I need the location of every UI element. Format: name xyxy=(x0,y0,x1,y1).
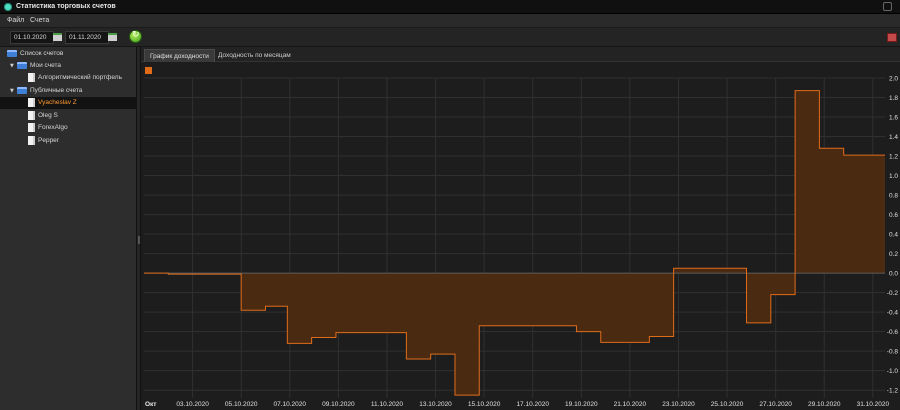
y-tick-label: -0.4 xyxy=(887,310,899,317)
y-tick-label: -0.6 xyxy=(887,329,899,336)
y-tick-label: 1.4 xyxy=(889,134,898,141)
y-tick-label: 0.8 xyxy=(889,193,898,200)
x-tick-label: 09.10.2020 xyxy=(322,401,355,408)
y-tick-label: 1.6 xyxy=(889,115,898,122)
x-tick-label: 17.10.2020 xyxy=(516,401,549,408)
x-tick-label: 29.10.2020 xyxy=(808,401,841,408)
x-tick-label: 11.10.2020 xyxy=(371,401,403,408)
x-tick-label: 15.10.2020 xyxy=(468,401,501,408)
y-tick-label: 1.0 xyxy=(889,173,898,180)
y-tick-label: -1.0 xyxy=(887,368,899,375)
y-tick-label: 0.0 xyxy=(889,271,898,278)
y-tick-label: -1.2 xyxy=(887,388,899,395)
x-tick-label: 23.10.2020 xyxy=(662,401,695,408)
chart-svg: 2.0 1.8 1.6 1.4 1.2 1.0 0.8 0.6 0.4 0.2 0.0 -0.2 -0.… xyxy=(144,76,899,408)
y-tick-label: 1.8 xyxy=(889,95,898,102)
y-tick-label: 0.4 xyxy=(889,232,898,239)
x-tick-label: 05.10.2020 xyxy=(225,401,258,408)
y-tick-label: 1.2 xyxy=(889,154,898,161)
y-tick-label: 2.0 xyxy=(889,76,898,83)
x-tick-label: 13.10.2020 xyxy=(419,401,452,408)
x-tick-label: 27.10.2020 xyxy=(759,401,792,408)
x-tick-label: 03.10.2020 xyxy=(176,401,209,408)
x-tick-label: 25.10.2020 xyxy=(711,401,744,408)
y-tick-label: 0.2 xyxy=(889,251,898,258)
y-tick-label: -0.2 xyxy=(887,290,899,297)
x-tick-label: 19.10.2020 xyxy=(565,401,598,408)
x-tick-label-month: Окт xyxy=(145,401,157,408)
y-tick-label: 0.6 xyxy=(889,212,898,219)
x-tick-label: 07.10.2020 xyxy=(273,401,306,408)
y-tick-label: -0.8 xyxy=(887,349,899,356)
x-tick-label: 21.10.2020 xyxy=(614,401,647,408)
x-tick-label: 31.10.2020 xyxy=(857,401,890,408)
